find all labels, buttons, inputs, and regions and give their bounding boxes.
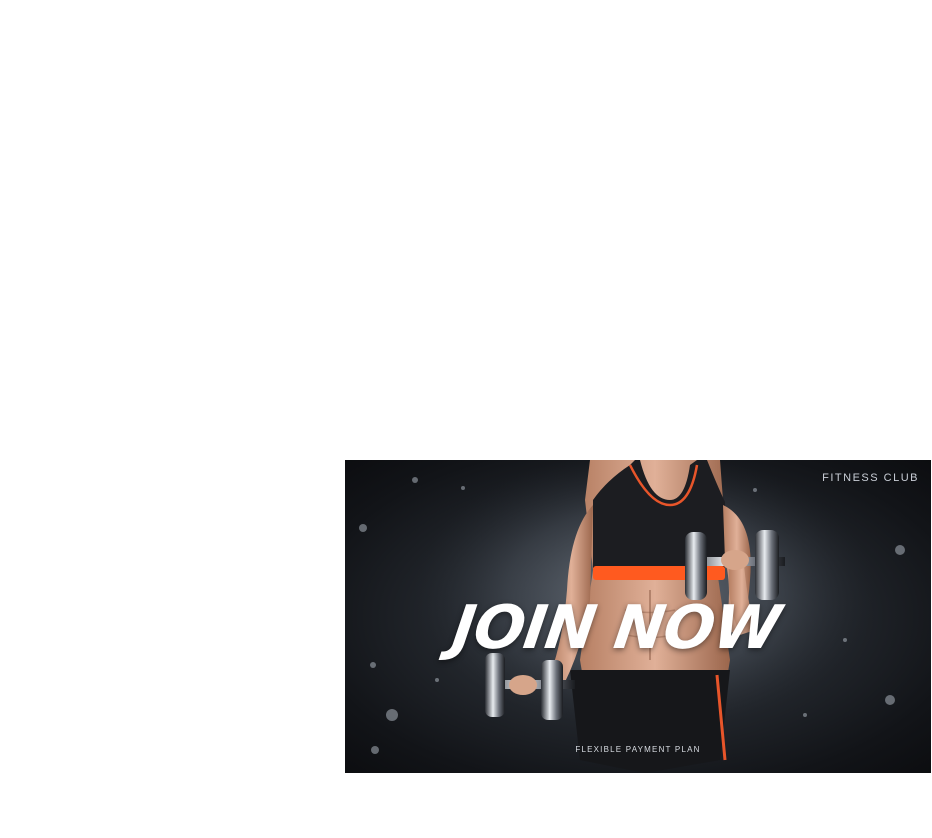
fitness-club-banner: FITNESS CLUB JOIN NOW FLEXIBLE PAYMENT P…: [345, 460, 931, 773]
join-now-headline: JOIN NOW: [448, 593, 785, 663]
brand-label: FITNESS CLUB: [822, 472, 919, 484]
payment-plan-tagline: FLEXIBLE PAYMENT PLAN: [575, 745, 701, 754]
